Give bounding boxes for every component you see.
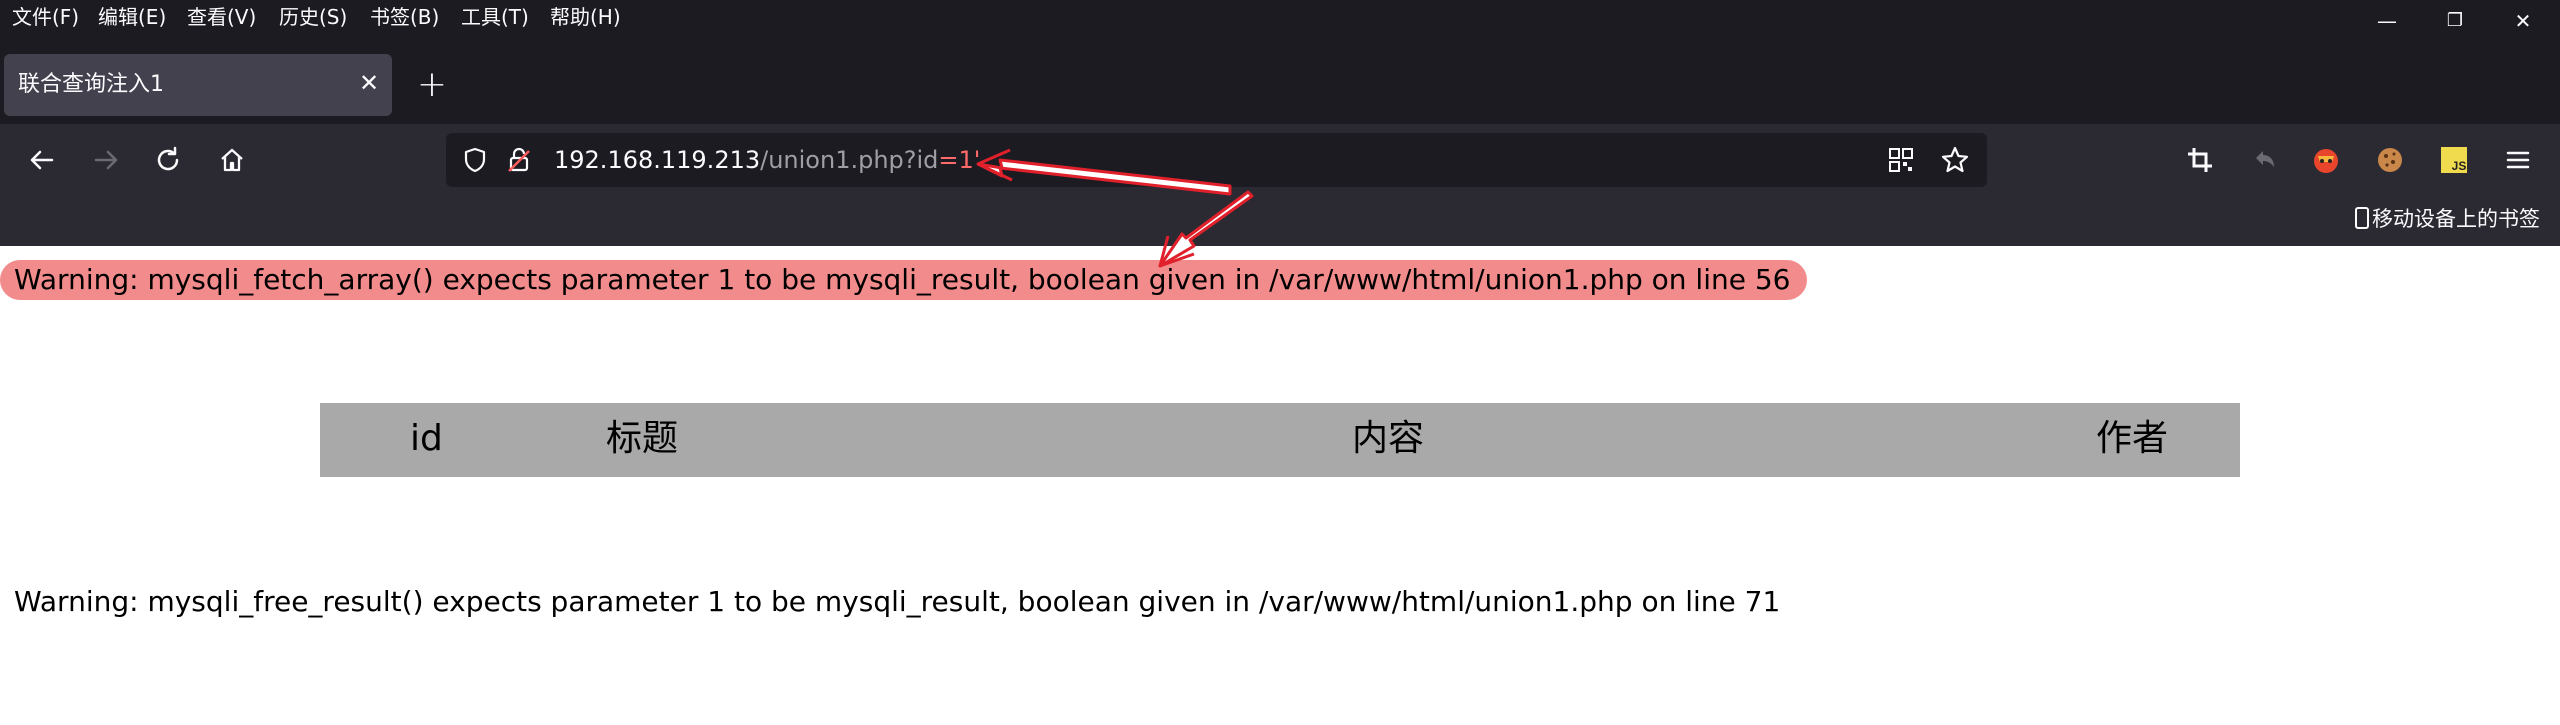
bookmarks-toolbar: 移动设备上的书签 (0, 196, 2560, 246)
url-path: /union1.php?id (760, 146, 939, 174)
tab-close-icon[interactable]: ✕ (354, 68, 384, 98)
menu-file[interactable]: 文件(F) (12, 2, 79, 32)
tab-union-injection[interactable]: 联合查询注入1 ✕ (4, 54, 392, 116)
js-icon: JS (2441, 147, 2467, 173)
mobile-bookmarks[interactable]: 移动设备上的书签 (2354, 204, 2540, 234)
undo-icon (2256, 151, 2274, 167)
navigation-toolbar: 192.168.119.213/union1.php?id=1' JS (0, 124, 2560, 196)
svg-text:JS: JS (2452, 159, 2467, 173)
warning-fetch-array: Warning: mysqli_fetch_array() expects pa… (0, 260, 1807, 300)
crop-icon (2188, 148, 2212, 172)
header-content: 内容 (1352, 418, 1425, 459)
tab-strip: 联合查询注入1 ✕ + (0, 54, 2560, 124)
js-button[interactable]: JS (2434, 140, 2474, 180)
menu-edit[interactable]: 编辑(E) (98, 2, 166, 32)
header-id: id (410, 418, 443, 459)
menu-bookmarks[interactable]: 书签(B) (370, 2, 439, 32)
menu-bar: 文件(F) 编辑(E) 查看(V) 历史(S) 书签(B) 工具(T) 帮助(H… (0, 0, 2560, 34)
url-param: =1' (938, 146, 981, 174)
menu-view[interactable]: 查看(V) (187, 2, 256, 32)
url-text[interactable]: 192.168.119.213/union1.php?id=1' (554, 144, 980, 176)
extension-button[interactable] (2306, 140, 2346, 180)
undo-button[interactable] (2244, 140, 2284, 180)
bookmark-star-icon[interactable] (1939, 144, 1971, 176)
cookie-button[interactable] (2370, 140, 2410, 180)
url-host: 192.168.119.213 (554, 146, 761, 174)
page-content: Warning: mysqli_fetch_array() expects pa… (0, 246, 2560, 725)
header-author: 作者 (2096, 418, 2169, 459)
reload-button[interactable] (148, 140, 188, 180)
qr-code-icon[interactable] (1886, 145, 1916, 175)
insecure-lock-icon[interactable] (504, 145, 534, 175)
table-header-row: id 标题 内容 作者 (320, 403, 2240, 477)
back-button[interactable] (22, 140, 62, 180)
shield-icon[interactable] (460, 145, 490, 175)
browser-chrome: 文件(F) 编辑(E) 查看(V) 历史(S) 书签(B) 工具(T) 帮助(H… (0, 0, 2560, 246)
minimize-button[interactable]: — (2372, 6, 2402, 36)
tab-title: 联合查询注入1 (18, 72, 164, 97)
header-title: 标题 (606, 418, 679, 459)
extension-icon (2314, 149, 2338, 173)
url-bar[interactable]: 192.168.119.213/union1.php?id=1' (446, 133, 1987, 187)
forward-button[interactable] (86, 140, 126, 180)
home-button[interactable] (212, 140, 252, 180)
crop-button[interactable] (2180, 140, 2220, 180)
warning-free-result: Warning: mysqli_free_result() expects pa… (14, 585, 1781, 618)
reload-icon (157, 146, 179, 171)
menu-help[interactable]: 帮助(H) (550, 2, 621, 32)
new-tab-button[interactable]: + (412, 66, 452, 106)
home-icon (221, 148, 243, 172)
forward-arrow-icon (94, 150, 118, 170)
close-window-button[interactable]: ✕ (2508, 6, 2538, 36)
menu-tools[interactable]: 工具(T) (461, 2, 529, 32)
menu-history[interactable]: 历史(S) (279, 2, 347, 32)
restore-button[interactable]: ❐ (2440, 6, 2470, 36)
cookie-icon (2378, 148, 2402, 172)
mobile-device-icon (2355, 207, 2369, 229)
app-menu-button[interactable] (2498, 140, 2538, 180)
menu-icon (2506, 151, 2530, 169)
mobile-bookmarks-label: 移动设备上的书签 (2372, 207, 2540, 231)
back-arrow-icon (30, 150, 54, 170)
